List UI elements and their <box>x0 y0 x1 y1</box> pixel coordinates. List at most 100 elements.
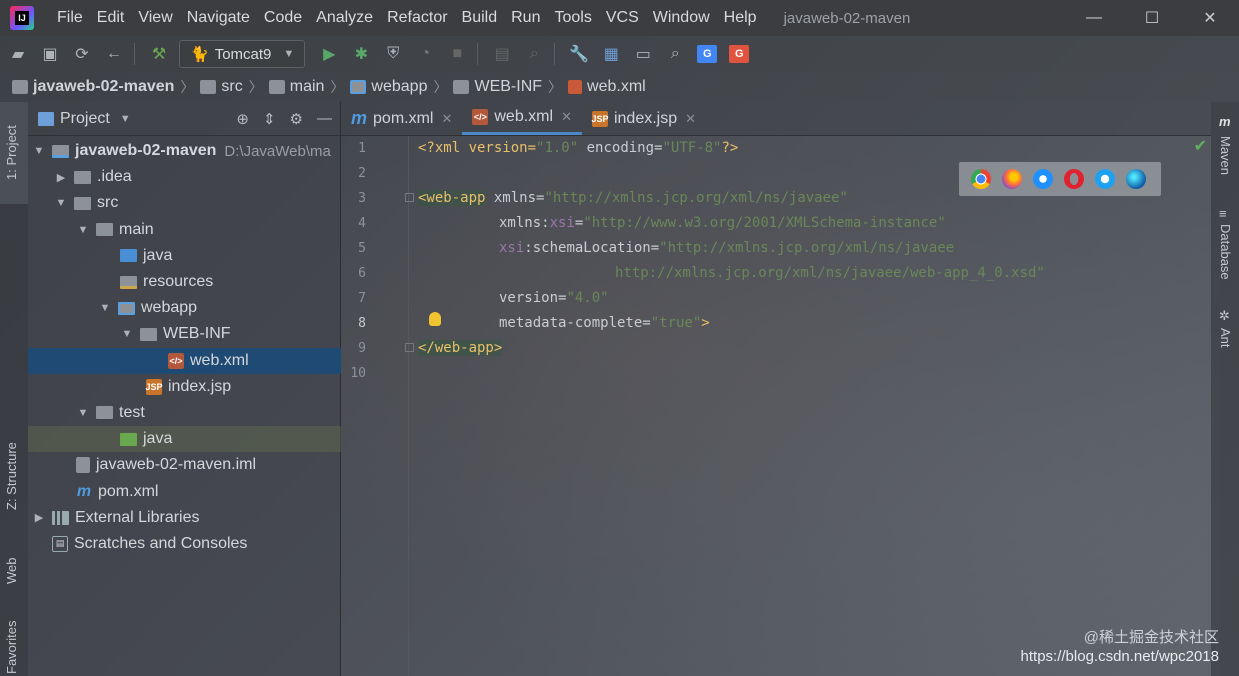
menu-vcs[interactable]: VCS <box>599 0 646 36</box>
back-arrow-icon[interactable]: ← <box>100 40 128 68</box>
menu-window[interactable]: Window <box>646 0 717 36</box>
opera-icon[interactable] <box>1064 169 1084 189</box>
expand-arrow-icon[interactable]: ▼ <box>32 145 46 157</box>
google-translate-icon[interactable]: G <box>693 40 721 68</box>
folder-icon <box>268 80 285 94</box>
menu-edit[interactable]: Edit <box>90 0 132 36</box>
menu-tools[interactable]: Tools <box>547 0 598 36</box>
internet-explorer-icon[interactable] <box>1095 169 1115 189</box>
project-panel-title[interactable]: Project <box>60 110 110 128</box>
menu-analyze[interactable]: Analyze <box>309 0 380 36</box>
tree-item-idea[interactable]: ▶ .idea <box>28 164 341 190</box>
project-structure-icon[interactable]: ▦ <box>597 40 625 68</box>
tree-item-iml[interactable]: javaweb-02-maven.iml <box>28 452 341 478</box>
run-configuration-select[interactable]: 🐈 Tomcat9 ▼ <box>179 40 306 68</box>
fold-marker-icon[interactable] <box>405 343 414 352</box>
web-tool-tab[interactable]: Web <box>4 558 19 585</box>
tab-pom-xml[interactable]: m pom.xml ✕ <box>341 102 462 135</box>
tree-item-webapp[interactable]: ▼ webapp <box>28 295 341 321</box>
search-icon[interactable]: ⌕ <box>661 40 689 68</box>
breadcrumb-web-xml[interactable]: web.xml <box>568 78 646 96</box>
iml-file-icon <box>76 457 90 474</box>
run-icon[interactable]: ▶ <box>315 40 343 68</box>
tree-item-pom-xml[interactable]: m pom.xml <box>28 478 341 504</box>
tab-web-xml[interactable]: </> web.xml ✕ <box>462 102 582 135</box>
tree-item-main[interactable]: ▼ main <box>28 217 341 243</box>
maximize-button[interactable]: ☐ <box>1123 0 1181 36</box>
close-tab-icon[interactable]: ✕ <box>441 111 452 127</box>
terminal-icon[interactable]: ▭ <box>629 40 657 68</box>
favorites-tool-tab[interactable]: Favorites <box>4 621 19 674</box>
breadcrumb-web-inf[interactable]: WEB-INF <box>453 78 542 96</box>
minimize-button[interactable]: — <box>1065 0 1123 36</box>
gear-icon[interactable]: ⚙ <box>290 110 303 128</box>
attach-debugger-icon[interactable]: ▤ <box>488 40 516 68</box>
breadcrumb-label: src <box>221 78 243 95</box>
menu-code[interactable]: Code <box>257 0 309 36</box>
menu-run[interactable]: Run <box>504 0 547 36</box>
expand-arrow-icon[interactable]: ▼ <box>98 302 112 314</box>
menu-help[interactable]: Help <box>717 0 764 36</box>
intention-bulb-icon[interactable] <box>429 312 441 326</box>
collapse-all-icon[interactable]: ⇕ <box>263 110 276 128</box>
menu-build[interactable]: Build <box>455 0 505 36</box>
stop-icon[interactable]: ■ <box>443 40 471 68</box>
expand-arrow-icon[interactable]: ▼ <box>120 328 134 340</box>
build-hammer-icon[interactable]: ⚒ <box>145 40 173 68</box>
hide-panel-icon[interactable]: — <box>317 110 332 128</box>
expand-arrow-icon[interactable]: ▼ <box>76 224 90 236</box>
coverage-icon[interactable]: ⛨ <box>379 40 407 68</box>
menu-file[interactable]: File <box>50 0 90 36</box>
tree-item-external-libraries[interactable]: ▶ External Libraries <box>28 505 341 531</box>
maven-tool-tab[interactable]: Maven <box>1218 136 1233 175</box>
tree-item-web-inf[interactable]: ▼ WEB-INF <box>28 321 341 347</box>
tree-item-java[interactable]: java <box>28 243 341 269</box>
open-folder-icon[interactable]: ▰ <box>4 40 32 68</box>
settings-wrench-icon[interactable]: 🔧 <box>565 40 593 68</box>
fold-marker-icon[interactable] <box>405 193 414 202</box>
menu-navigate[interactable]: Navigate <box>180 0 257 36</box>
line-number: 1 <box>358 141 366 156</box>
chevron-down-icon[interactable]: ▼ <box>120 113 131 125</box>
tree-item-resources[interactable]: resources <box>28 269 341 295</box>
edge-icon[interactable] <box>1126 169 1146 189</box>
save-all-icon[interactable]: ▣ <box>36 40 64 68</box>
sync-icon[interactable]: ⟳ <box>68 40 96 68</box>
tree-item-test[interactable]: ▼ test <box>28 400 341 426</box>
locate-target-icon[interactable]: ⊕ <box>236 110 249 128</box>
collapsed-arrow-icon[interactable]: ▶ <box>32 511 46 524</box>
breadcrumb-webapp[interactable]: webapp <box>350 78 427 96</box>
debug-icon[interactable]: ✱ <box>347 40 375 68</box>
tree-item-index-jsp[interactable]: JSP index.jsp <box>28 374 341 400</box>
search-usage-icon[interactable]: ⌕ <box>520 40 548 68</box>
close-tab-icon[interactable]: ✕ <box>685 111 696 127</box>
close-tab-icon[interactable]: ✕ <box>561 109 572 125</box>
tree-item-web-xml[interactable]: </> web.xml <box>28 347 341 374</box>
inspection-ok-icon[interactable]: ✔ <box>1194 136 1207 156</box>
tree-item-scratches[interactable]: ▤ Scratches and Consoles <box>28 531 341 557</box>
breadcrumb-src[interactable]: src <box>200 78 243 96</box>
menu-refactor[interactable]: Refactor <box>380 0 454 36</box>
breadcrumb-project[interactable]: javaweb-02-maven <box>12 78 174 96</box>
firefox-icon[interactable] <box>1002 169 1022 189</box>
chrome-icon[interactable] <box>971 169 991 189</box>
close-button[interactable]: ✕ <box>1181 0 1239 36</box>
menu-view[interactable]: View <box>131 0 179 36</box>
project-panel: Project ▼ ⊕ ⇕ ⚙ — ▼ javaweb-02-maven D:\… <box>28 102 341 676</box>
tree-item-test-java[interactable]: java <box>28 426 341 453</box>
project-tool-tab[interactable]: 1: Project <box>4 125 19 180</box>
expand-arrow-icon[interactable]: ▼ <box>54 197 68 209</box>
profile-icon[interactable]: ◔ <box>411 40 439 68</box>
ant-tool-tab[interactable]: Ant <box>1218 328 1233 348</box>
expand-arrow-icon[interactable]: ▼ <box>76 407 90 419</box>
google-translate-alt-icon[interactable]: G <box>725 40 753 68</box>
collapsed-arrow-icon[interactable]: ▶ <box>54 171 68 184</box>
tab-index-jsp[interactable]: JSP index.jsp ✕ <box>582 102 706 135</box>
breadcrumb-separator-icon: 〉 <box>248 79 263 95</box>
breadcrumb-main[interactable]: main <box>268 78 324 96</box>
database-tool-tab[interactable]: Database <box>1218 224 1233 280</box>
tree-item-src[interactable]: ▼ src <box>28 190 341 216</box>
tree-item-project-root[interactable]: ▼ javaweb-02-maven D:\JavaWeb\ma <box>28 138 341 164</box>
safari-icon[interactable] <box>1033 169 1053 189</box>
structure-tool-tab[interactable]: Z: Structure <box>4 442 19 510</box>
